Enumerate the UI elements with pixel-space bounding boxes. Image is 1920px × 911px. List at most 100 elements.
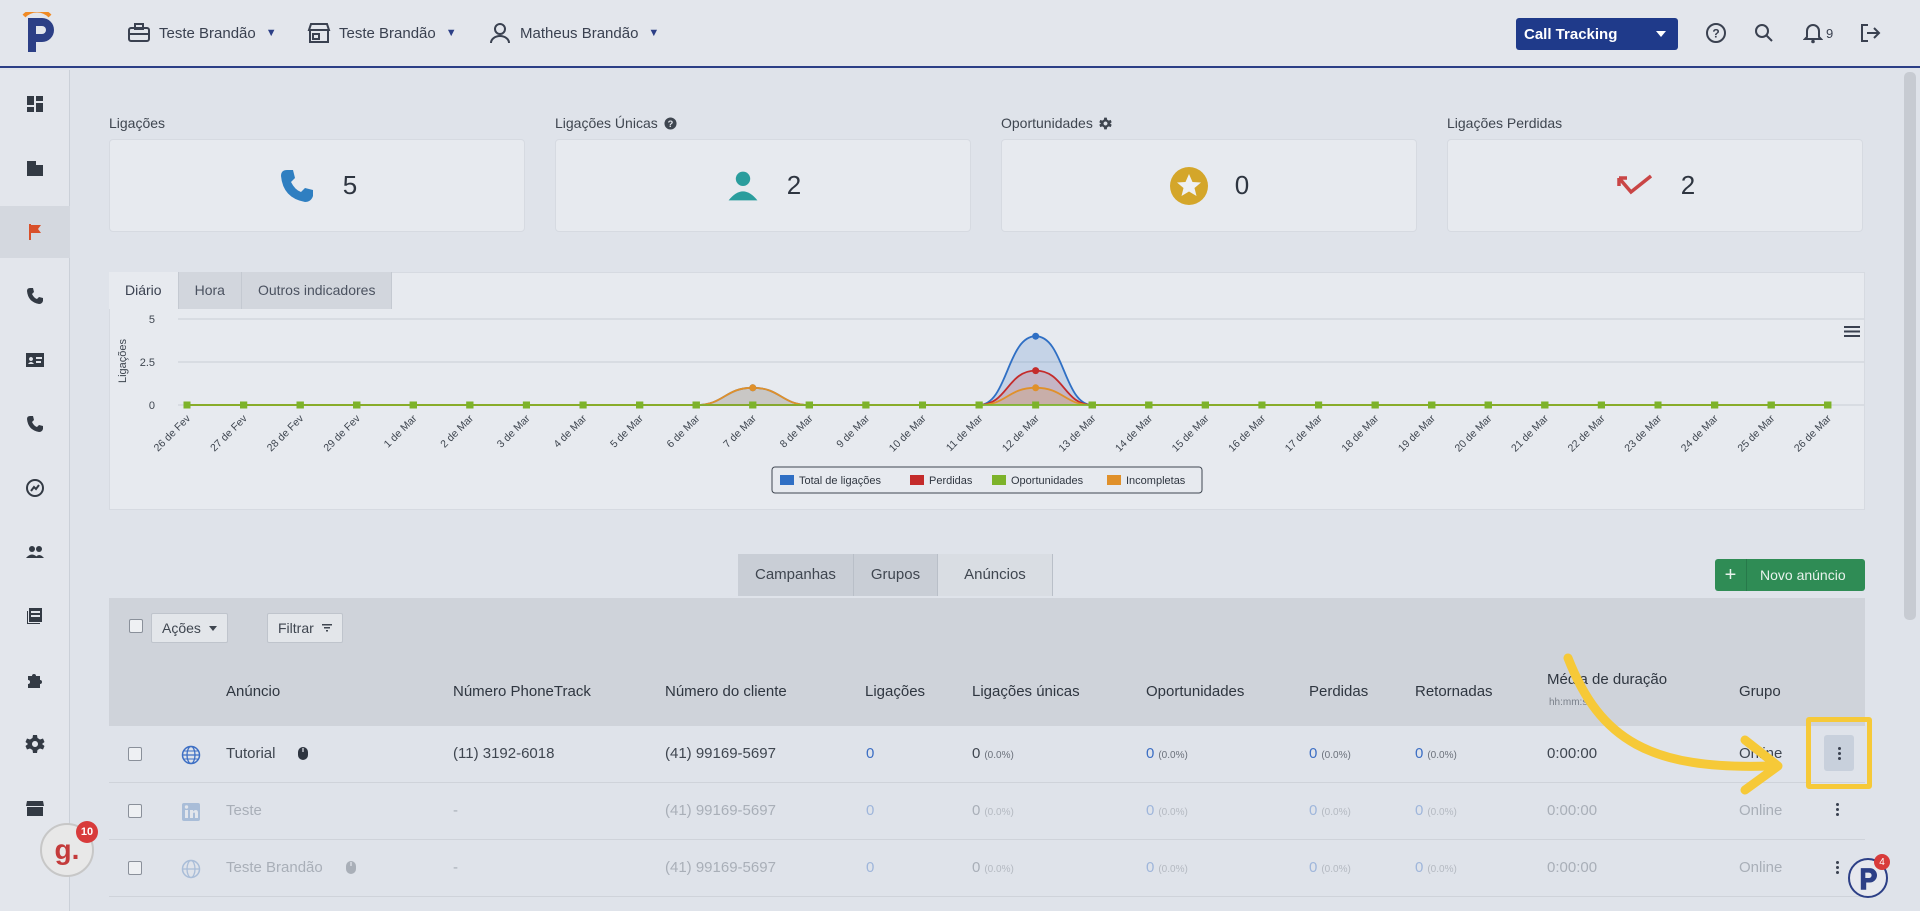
chart-point: [1597, 401, 1605, 409]
calls-count[interactable]: 0: [866, 802, 874, 819]
phone-icon: [280, 169, 313, 202]
sidebar-item-contacts[interactable]: [0, 334, 70, 386]
col-returned[interactable]: Retornadas: [1415, 683, 1493, 700]
col-lost[interactable]: Perdidas: [1309, 683, 1368, 700]
g-assistant-widget[interactable]: g. 10: [40, 821, 98, 877]
col-client-number[interactable]: Número do cliente: [665, 683, 787, 700]
chart-point: [1371, 401, 1379, 409]
phonetrack-number: -: [453, 859, 458, 876]
actions-dropdown[interactable]: Ações: [151, 613, 228, 643]
filter-icon: [321, 624, 332, 632]
sidebar-item-phone[interactable]: [0, 398, 70, 450]
product-select[interactable]: Call Tracking: [1516, 18, 1678, 50]
help-circle-icon[interactable]: ?: [664, 116, 677, 130]
kebab-menu-icon[interactable]: [1836, 861, 1839, 874]
filter-dropdown[interactable]: Filtrar: [267, 613, 343, 643]
support-chat-widget[interactable]: 4: [1848, 854, 1890, 898]
calls-count[interactable]: 0: [866, 745, 874, 762]
chevron-down-icon: ▼: [265, 27, 277, 39]
tutorial-highlight: [1806, 717, 1872, 789]
user-name: Matheus Brandão: [520, 24, 639, 42]
new-ad-label: Novo anúncio: [1760, 567, 1846, 583]
chart-x-tick-label: 7 de Mar: [721, 412, 759, 450]
chart-x-tick-label: 3 de Mar: [495, 412, 533, 450]
tab-hourly[interactable]: Hora: [178, 272, 242, 309]
store-selector[interactable]: Teste Brandão ▼: [307, 22, 457, 44]
ad-name[interactable]: Tutorial: [226, 745, 275, 762]
col-phonetrack-number[interactable]: Número PhoneTrack: [453, 683, 591, 700]
col-unique-calls[interactable]: Ligações únicas: [972, 683, 1080, 700]
user-selector[interactable]: Matheus Brandão ▼: [488, 22, 659, 44]
tab-ads[interactable]: Anúncios: [938, 554, 1053, 596]
lost: 0 (0.0%): [1309, 859, 1351, 876]
group: Online: [1739, 802, 1783, 819]
kpi-value-calls: 5: [342, 170, 358, 200]
sidebar-item-integrations[interactable]: [0, 654, 70, 706]
chart-y-tick-label: 0: [149, 400, 155, 412]
phonetrack-logo[interactable]: [20, 12, 60, 56]
help-icon[interactable]: ?: [1703, 20, 1729, 46]
chart-x-tick-label: 17 de Mar: [1283, 412, 1325, 454]
chart-point: [692, 401, 700, 409]
chart-point: [579, 401, 587, 409]
client-number: (41) 99169-5697: [665, 745, 776, 762]
chart-point: [1032, 384, 1040, 392]
logout-icon[interactable]: [1857, 20, 1883, 46]
chart-legend-swatch: [780, 475, 794, 485]
chart-x-tick-label: 6 de Mar: [665, 412, 703, 450]
row-checkbox[interactable]: [128, 804, 142, 818]
sidebar-item-campaigns[interactable]: [0, 206, 70, 258]
kebab-menu-icon[interactable]: [1836, 803, 1839, 816]
sidebar-item-reports[interactable]: [0, 462, 70, 514]
globe-icon: [181, 745, 201, 765]
row-checkbox[interactable]: [128, 747, 142, 761]
col-opportunities[interactable]: Oportunidades: [1146, 683, 1244, 700]
tab-groups[interactable]: Grupos: [853, 554, 939, 596]
chart-legend-label: Perdidas: [929, 475, 973, 487]
sidebar-item-companies[interactable]: [0, 142, 70, 194]
tab-other-indicators[interactable]: Outros indicadores: [241, 272, 393, 309]
chart-menu-icon[interactable]: [1844, 326, 1860, 337]
new-ad-button[interactable]: + Novo anúncio: [1715, 559, 1865, 591]
chart-point: [805, 401, 813, 409]
gear-icon[interactable]: [1099, 117, 1112, 130]
kpi-card-opportunities: 0: [1001, 139, 1417, 232]
kpi-card-unique-calls: 2: [555, 139, 971, 232]
ad-name[interactable]: Teste: [226, 802, 262, 819]
chevron-down-icon: [1656, 31, 1666, 37]
calls-count[interactable]: 0: [866, 859, 874, 876]
col-calls[interactable]: Ligações: [865, 683, 925, 700]
chart-legend-label: Oportunidades: [1011, 475, 1084, 487]
scrollbar[interactable]: [1904, 72, 1916, 620]
unique-calls: 0 (0.0%): [972, 859, 1014, 876]
unique-calls: 0 (0.0%): [972, 745, 1014, 762]
sidebar-item-calls[interactable]: [0, 270, 70, 322]
kpi-card-calls: 5: [109, 139, 525, 232]
gear-icon: [25, 735, 45, 753]
ad-name[interactable]: Teste Brandão: [226, 859, 323, 876]
bell-icon[interactable]: [1800, 20, 1826, 46]
puzzle-icon: [28, 674, 42, 688]
col-ad[interactable]: Anúncio: [226, 683, 280, 700]
select-all-checkbox[interactable]: [129, 619, 143, 633]
caret-down-icon: [208, 625, 217, 631]
chart-x-tick-label: 23 de Mar: [1622, 412, 1664, 454]
chart-x-tick-label: 27 de Fev: [208, 412, 250, 454]
row-checkbox[interactable]: [128, 861, 142, 875]
sidebar-item-users[interactable]: [0, 526, 70, 578]
tab-daily[interactable]: Diário: [109, 272, 179, 309]
linkedin-icon: [182, 803, 200, 821]
sidebar-item-docs[interactable]: [0, 590, 70, 642]
kpi-value-opportunities: 0: [1234, 170, 1250, 200]
chart-y-tick-label: 2.5: [140, 357, 155, 369]
sidebar-item-settings[interactable]: [0, 718, 70, 770]
chart-point: [636, 401, 644, 409]
store-icon: [26, 801, 44, 816]
sidebar-item-dashboard[interactable]: [0, 78, 70, 130]
chart-x-tick-label: 29 de Fev: [321, 412, 363, 454]
chart-x-tick-label: 18 de Mar: [1339, 412, 1381, 454]
tab-campaigns[interactable]: Campanhas: [738, 554, 854, 596]
search-icon[interactable]: [1751, 20, 1777, 46]
company-selector[interactable]: Teste Brandão ▼: [127, 22, 277, 44]
actions-label: Ações: [162, 620, 201, 636]
